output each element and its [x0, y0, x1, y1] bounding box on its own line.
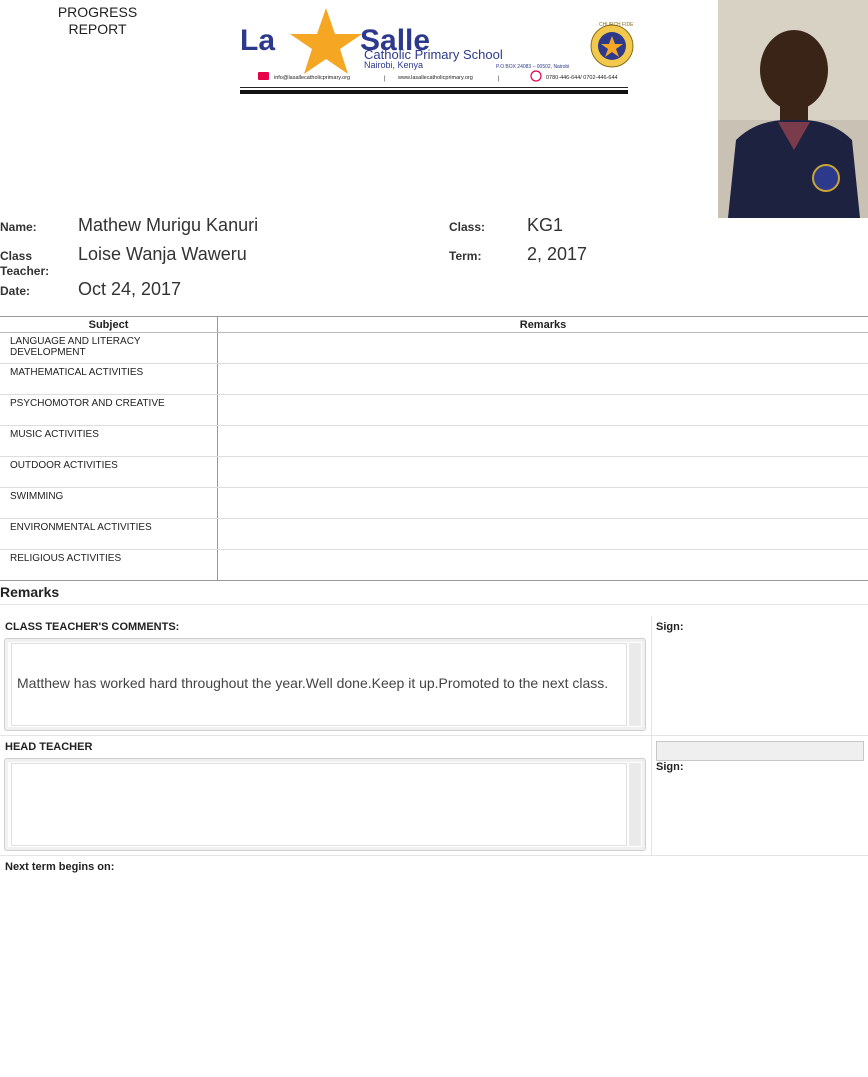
school-name-la: La	[240, 24, 275, 57]
email-icon	[258, 72, 269, 80]
class-teacher-comments-label: CLASS TEACHER'S COMMENTS:	[5, 621, 180, 633]
report-title-line2: REPORT	[68, 21, 127, 37]
remarks-heading: Remarks	[0, 584, 60, 600]
subject-cell: OUTDOOR ACTIVITIES	[0, 456, 218, 488]
class-teacher-comment-text: Matthew has worked hard throughout the y…	[17, 675, 609, 691]
date-label: Date:	[0, 284, 31, 298]
subject-cell: ENVIRONMENTAL ACTIVITIES	[0, 518, 218, 550]
head-teacher-sign-label: Sign:	[656, 761, 684, 773]
remarks-column-header: Remarks	[217, 316, 868, 333]
class-label: Class:	[449, 220, 486, 234]
class-teacher-name: Loise Wanja Waweru	[78, 244, 247, 264]
school-website: www.lasallecatholicprimary.org	[397, 75, 473, 81]
term-value: 2, 2017	[527, 244, 588, 264]
head-teacher-label: HEAD TEACHER	[5, 741, 93, 753]
table-row: MATHEMATICAL ACTIVITIES	[0, 363, 868, 395]
school-crest-icon: CHURCH FIDE	[590, 22, 634, 68]
term-label: Term:	[449, 249, 482, 263]
class-teacher-comment-box[interactable]: Matthew has worked hard throughout the y…	[4, 638, 646, 731]
table-row: MUSIC ACTIVITIES	[0, 425, 868, 457]
svg-text:|: |	[384, 76, 386, 82]
remark-cell	[217, 549, 868, 581]
table-row: ENVIRONMENTAL ACTIVITIES	[0, 518, 868, 550]
phone-icon	[530, 70, 542, 82]
student-name: Mathew Murigu Kanuri	[78, 215, 259, 235]
subject-cell: MUSIC ACTIVITIES	[0, 425, 218, 457]
table-row: LANGUAGE AND LITERACY DEVELOPMENT	[0, 332, 868, 364]
remark-cell	[217, 456, 868, 488]
next-term-label: Next term begins on:	[5, 861, 115, 873]
student-photo	[718, 0, 868, 218]
school-phone: 0780-446-644/ 0702-446-644	[546, 75, 618, 81]
report-title: PROGRESS REPORT	[40, 4, 155, 38]
subject-cell: SWIMMING	[0, 487, 218, 519]
remark-cell	[217, 487, 868, 519]
school-logo: La Salle Catholic Primary School Nairobi…	[240, 8, 634, 94]
remark-cell	[217, 332, 868, 364]
head-teacher-comment-box[interactable]	[4, 758, 646, 851]
table-row: RELIGIOUS ACTIVITIES	[0, 549, 868, 581]
subject-cell: LANGUAGE AND LITERACY DEVELOPMENT	[0, 332, 218, 364]
remark-cell	[217, 425, 868, 457]
school-email: info@lasallecatholicprimary.org	[274, 75, 350, 81]
subject-column-header: Subject	[0, 316, 218, 333]
comment-scrollbar[interactable]	[629, 643, 641, 726]
class-teacher-sign-label: Sign:	[656, 621, 684, 633]
svg-text:|: |	[498, 76, 500, 82]
subjects-table: Subject Remarks LANGUAGE AND LITERACY DEV…	[0, 316, 868, 581]
name-label: Name:	[0, 220, 37, 234]
remark-cell	[217, 518, 868, 550]
remark-cell	[217, 394, 868, 426]
subject-cell: MATHEMATICAL ACTIVITIES	[0, 363, 218, 395]
class-teacher-label: Class Teacher:	[0, 249, 50, 278]
head-teacher-sign-field[interactable]	[656, 741, 864, 761]
table-row: PSYCHOMOTOR AND CREATIVE	[0, 394, 868, 426]
table-row: SWIMMING	[0, 487, 868, 519]
table-row: OUTDOOR ACTIVITIES	[0, 456, 868, 488]
divider	[0, 735, 868, 736]
table-header-row: Subject Remarks	[0, 316, 868, 333]
report-date: Oct 24, 2017	[78, 279, 182, 299]
remark-cell	[217, 363, 868, 395]
student-class: KG1	[527, 215, 564, 235]
school-location: Nairobi, Kenya	[364, 60, 423, 70]
school-pobox: P.O BOX 24083 – 00502, Nairobi	[496, 64, 569, 70]
comment-scrollbar[interactable]	[629, 763, 641, 846]
report-title-line1: PROGRESS	[57, 4, 138, 20]
star-icon	[290, 8, 362, 74]
subject-cell: RELIGIOUS ACTIVITIES	[0, 549, 218, 581]
divider	[0, 604, 868, 605]
crest-text: CHURCH FIDE	[599, 22, 634, 28]
divider	[0, 855, 868, 856]
subject-cell: PSYCHOMOTOR AND CREATIVE	[0, 394, 218, 426]
